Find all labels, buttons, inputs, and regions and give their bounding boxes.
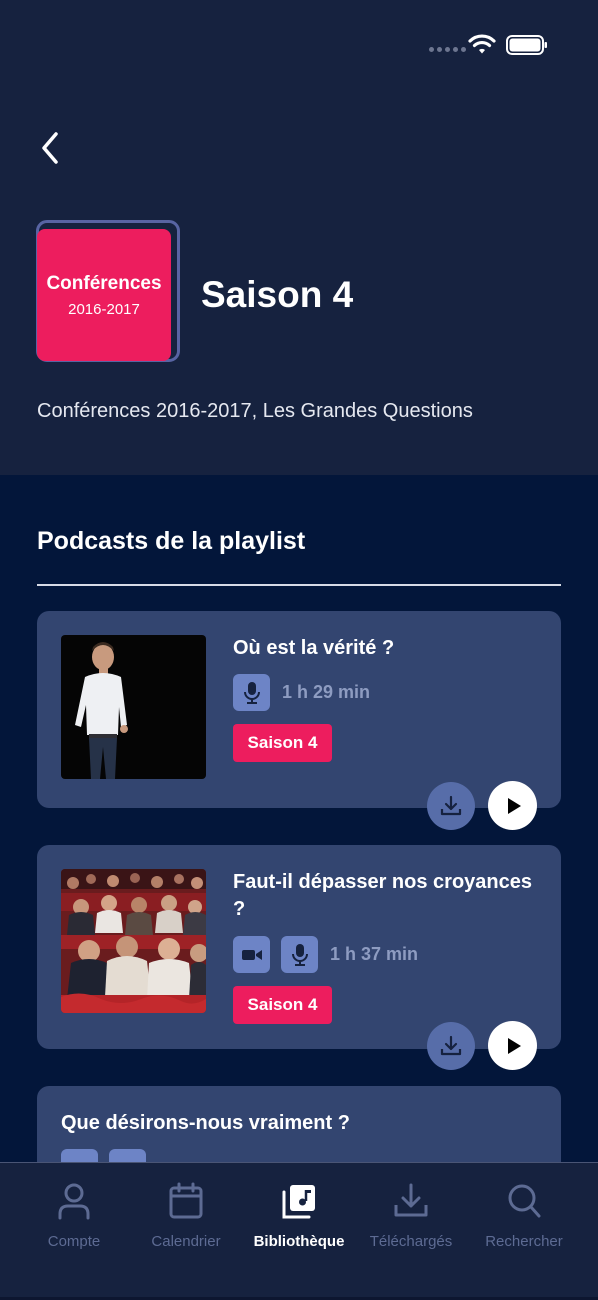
podcast-title: Où est la vérité ? [233,637,395,659]
search-icon [508,1184,541,1218]
podcast-duration: 1 h 29 min [282,682,371,702]
play-icon [507,1037,521,1054]
tab-label: Compte [47,1233,101,1250]
tab-telecharges[interactable]: Téléchargés [355,1181,467,1261]
download-button[interactable] [427,1022,475,1070]
wifi-icon [468,34,496,54]
signal-icon [429,47,466,52]
download-icon [440,795,462,816]
microphone-icon [233,674,270,711]
back-button[interactable] [32,128,68,168]
tab-rechercher[interactable]: Rechercher [468,1181,580,1261]
podcast-card[interactable]: Où est la vérité ? 1 h 29 min Saison 4 [37,611,561,830]
status-bar [0,0,598,90]
download-button[interactable] [427,782,475,830]
download-icon [440,1035,462,1056]
podcast-thumbnail [61,635,206,779]
play-button[interactable] [488,1021,537,1070]
tab-label: Rechercher [485,1233,563,1250]
tab-label: Calendrier [151,1233,221,1250]
play-icon [507,797,521,814]
video-icon [233,936,270,973]
calendar-icon [169,1182,203,1219]
podcast-title: Que désirons-nous vraiment ? [61,1112,350,1134]
podcast-card[interactable]: Faut-il dépasser nos croyances ? 1 h 37 … [37,845,561,1070]
tab-bar: Compte Calendrier Bibliothèque Télécharg… [0,1162,598,1300]
cover-years: 2016-2017 [68,300,140,318]
play-button[interactable] [488,781,537,830]
playlist-subtitle: Conférences 2016-2017, Les Grandes Quest… [37,400,473,422]
page-title: Saison 4 [201,274,354,315]
section-divider [37,584,561,586]
download-icon [394,1183,428,1217]
podcast-title: Faut-il dépasser nos croyances ? [233,871,533,920]
season-badge: Saison 4 [233,986,332,1024]
tab-bibliotheque[interactable]: Bibliothèque [243,1181,355,1261]
library-icon [282,1185,315,1219]
podcast-duration: 1 h 37 min [330,944,419,964]
tab-label: Téléchargés [369,1233,453,1250]
cover-art: Conférences 2016-2017 [37,229,171,361]
user-icon [58,1183,90,1220]
battery-icon [506,35,547,55]
microphone-icon [281,936,318,973]
section-title: Podcasts de la playlist [37,527,306,555]
cover-title: Conférences [46,272,162,294]
tab-calendrier[interactable]: Calendrier [130,1181,242,1261]
chevron-left-icon [42,132,58,164]
tab-compte[interactable]: Compte [18,1181,130,1261]
tab-label: Bibliothèque [253,1233,345,1250]
playlist-cover: Conférences 2016-2017 [36,220,180,362]
podcast-thumbnail [61,869,206,1013]
season-badge: Saison 4 [233,724,332,762]
